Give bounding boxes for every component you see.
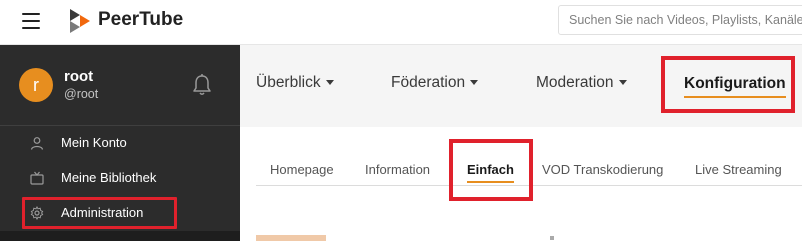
nav-label: Moderation [536, 74, 614, 91]
search-input[interactable]: Suchen Sie nach Videos, Playlists, Kanäl… [558, 5, 802, 35]
nav-moderation[interactable]: Moderation [536, 74, 627, 92]
content-peek [550, 236, 554, 240]
nav-ueberblick[interactable]: Überblick [256, 74, 334, 92]
tab-label-active: Einfach [467, 162, 514, 183]
tab-einfach[interactable]: Einfach [449, 139, 533, 201]
username[interactable]: root [64, 68, 93, 85]
tv-icon [30, 171, 44, 185]
nav-label: Föderation [391, 74, 466, 91]
sidebar-item-label: Mein Konto [61, 135, 127, 150]
nav-label: Überblick [256, 74, 321, 91]
sidebar-item-label: Meine Bibliothek [61, 170, 157, 185]
sidebar-item-label: Administration [61, 205, 144, 220]
avatar[interactable]: r [19, 68, 53, 102]
notification-bell-icon[interactable] [191, 73, 213, 97]
user-block: r root @root [0, 45, 240, 126]
nav-foederation[interactable]: Föderation [391, 74, 479, 92]
nav-konfiguration[interactable]: Konfiguration [661, 56, 795, 113]
sidebar-item-meine-bibliothek[interactable]: Meine Bibliothek [22, 162, 177, 194]
sidebar: r root @root Mein Konto Meine Bibliothek… [0, 45, 240, 241]
caret-down-icon [618, 80, 627, 85]
peertube-logo-icon[interactable] [70, 9, 90, 33]
tab-information[interactable]: Information [365, 162, 430, 177]
top-header: PeerTube Suchen Sie nach Videos, Playlis… [0, 0, 802, 45]
hamburger-menu-icon[interactable] [22, 13, 42, 29]
admin-top-nav: Überblick Föderation Moderation Konfigur… [240, 45, 802, 127]
user-handle: @root [64, 87, 99, 101]
sidebar-divider [0, 231, 240, 241]
caret-down-icon [325, 80, 334, 85]
tab-homepage[interactable]: Homepage [270, 162, 334, 177]
brand-name[interactable]: PeerTube [98, 9, 183, 31]
config-subtabs: Homepage Information VOD Transkodierung … [240, 127, 802, 241]
sidebar-item-mein-konto[interactable]: Mein Konto [22, 127, 177, 159]
tab-vod-transkodierung[interactable]: VOD Transkodierung [542, 162, 663, 177]
caret-down-icon [470, 80, 479, 85]
sidebar-item-administration[interactable]: Administration [22, 197, 177, 229]
nav-label-active: Konfiguration [684, 75, 786, 98]
tab-live-streaming[interactable]: Live Streaming [695, 162, 782, 177]
search-placeholder: Suchen Sie nach Videos, Playlists, Kanäl… [569, 13, 802, 27]
user-icon [30, 137, 44, 150]
gear-icon [30, 206, 44, 220]
section-heading-peek [256, 235, 326, 241]
